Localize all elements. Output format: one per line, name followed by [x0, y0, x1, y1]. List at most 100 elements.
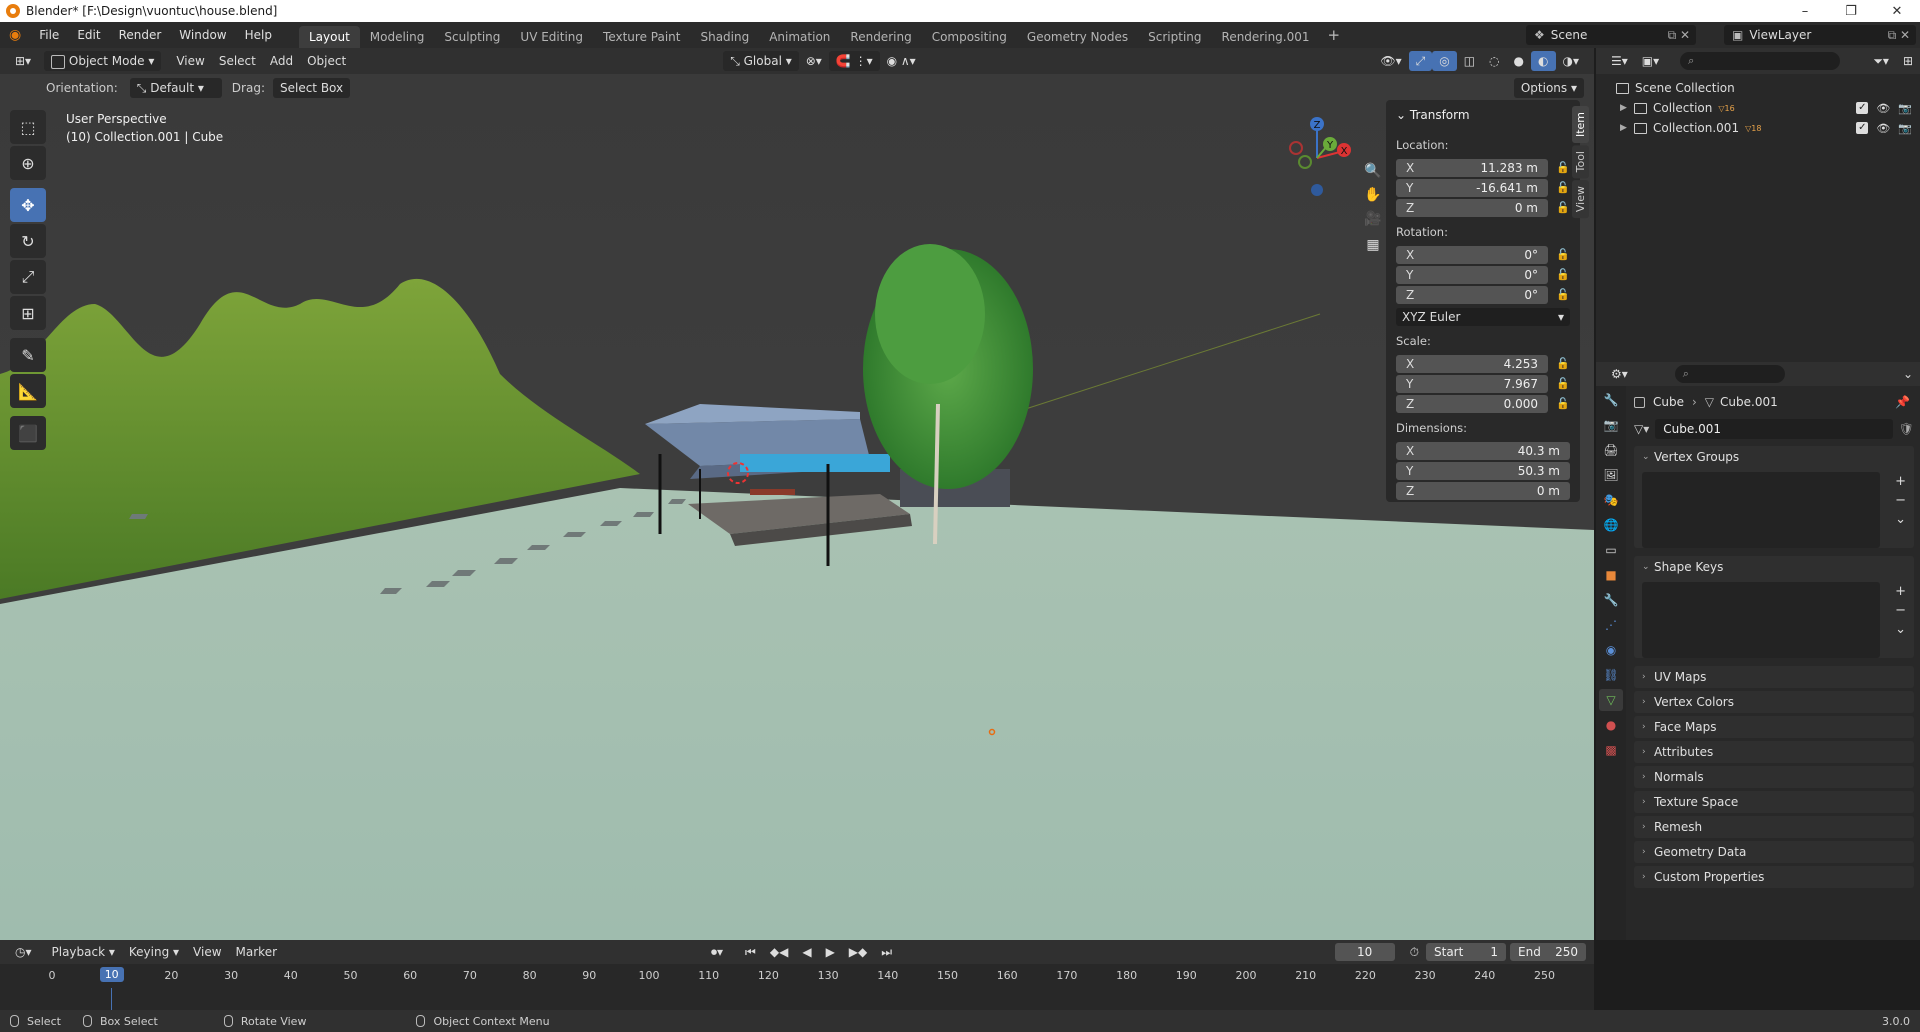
expand-icon[interactable]: ▶: [1620, 103, 1634, 113]
add-icon[interactable]: +: [1895, 474, 1906, 489]
pan-hand-icon[interactable]: ✋: [1360, 182, 1386, 208]
add-cube-tool-icon[interactable]: ⬛: [10, 416, 46, 450]
prev-keyframe-icon[interactable]: ◆◀: [763, 942, 795, 962]
visibility-icon[interactable]: 👁▾: [1373, 51, 1408, 71]
exclude-checkbox[interactable]: ✓: [1856, 101, 1869, 114]
rotation-y-field[interactable]: Y 0°: [1396, 265, 1548, 284]
tab-shading[interactable]: Shading: [690, 26, 759, 48]
zoom-icon[interactable]: 🔍: [1360, 158, 1386, 184]
select-box-tool-icon[interactable]: ⬚: [10, 110, 46, 144]
blender-menu-icon[interactable]: ◉: [0, 22, 30, 48]
transform-orientation-dropdown[interactable]: ⤡ Global ▾: [723, 51, 799, 71]
jump-end-icon[interactable]: ⏭: [874, 942, 899, 962]
current-frame-field[interactable]: 10: [1334, 943, 1395, 961]
constraints-tab-icon[interactable]: ⛓: [1599, 664, 1623, 686]
gizmo-toggle-icon[interactable]: ⤢: [1408, 51, 1433, 71]
rotation-z-field[interactable]: Z 0°: [1396, 285, 1548, 304]
filter-icon[interactable]: ⏷▾: [1866, 51, 1896, 71]
move-tool-icon[interactable]: ✥: [10, 188, 46, 222]
world-tab-icon[interactable]: 🌐: [1599, 514, 1623, 536]
shape-keys-list[interactable]: [1642, 582, 1880, 658]
preview-range-icon[interactable]: ⏱: [1403, 942, 1426, 962]
tab-geometry-nodes[interactable]: Geometry Nodes: [1017, 26, 1138, 48]
tab-texture-paint[interactable]: Texture Paint: [593, 26, 690, 48]
new-collection-icon[interactable]: ⊞: [1896, 51, 1920, 71]
vertex-groups-header[interactable]: ⌄ Vertex Groups: [1634, 446, 1914, 468]
play-icon[interactable]: ▶: [819, 942, 842, 962]
navigation-gizmo[interactable]: Z Y X: [1272, 108, 1362, 198]
dimensions-x-field[interactable]: X 40.3 m: [1396, 441, 1570, 460]
rendered-shading-icon[interactable]: ◑▾: [1556, 51, 1587, 71]
lock-icon[interactable]: 🔓: [1548, 397, 1570, 410]
scale-x-field[interactable]: X 4.253: [1396, 354, 1548, 373]
material-shading-icon[interactable]: ◐: [1531, 51, 1556, 71]
menu-playback[interactable]: Playback ▾: [45, 942, 122, 962]
mesh-data-tab-icon[interactable]: ▽: [1599, 689, 1623, 711]
scale-y-field[interactable]: Y 7.967: [1396, 374, 1548, 393]
location-z-field[interactable]: Z0 m: [1396, 198, 1548, 217]
transform-tool-icon[interactable]: ⊞: [10, 296, 46, 330]
camera-view-icon[interactable]: 🎥: [1360, 206, 1386, 232]
play-reverse-icon[interactable]: ◀: [795, 942, 818, 962]
location-y-field[interactable]: Y -16.641 m: [1396, 178, 1548, 197]
menu-object[interactable]: Object: [300, 51, 353, 71]
mode-dropdown[interactable]: Object Mode ▾: [44, 51, 162, 71]
remove-icon[interactable]: −: [1895, 603, 1906, 618]
scale-z-field[interactable]: Z 0.000: [1396, 394, 1548, 413]
scene-new-icon[interactable]: ⧉ ✕: [1668, 28, 1690, 43]
object-tab-icon[interactable]: ■: [1599, 564, 1623, 586]
lock-icon[interactable]: 🔓: [1548, 201, 1570, 214]
cursor-tool-icon[interactable]: ⊕: [10, 146, 46, 180]
vertex-groups-list[interactable]: [1642, 472, 1880, 548]
chevron-down-icon[interactable]: ⌄: [1895, 622, 1906, 637]
properties-search-input[interactable]: ⌕: [1674, 365, 1785, 383]
properties-editor-type-icon[interactable]: ⚙▾: [1604, 364, 1635, 384]
menu-help[interactable]: Help: [236, 22, 281, 48]
shape-keys-header[interactable]: ⌄ Shape Keys: [1634, 556, 1914, 578]
add-workspace-icon[interactable]: +: [1320, 26, 1349, 44]
menu-timeline-view[interactable]: View: [186, 942, 228, 962]
viewlayer-new-icon[interactable]: ⧉ ✕: [1888, 28, 1910, 43]
camera-icon[interactable]: 📷: [1898, 102, 1912, 115]
tab-item[interactable]: Item: [1572, 106, 1589, 144]
menu-render[interactable]: Render: [110, 22, 171, 48]
menu-select[interactable]: Select: [212, 51, 263, 71]
menu-file[interactable]: File: [30, 22, 68, 48]
eye-icon[interactable]: 👁: [1876, 122, 1890, 135]
maximize-button[interactable]: ❐: [1828, 4, 1874, 19]
panel-normals[interactable]: › Normals: [1634, 766, 1914, 788]
end-frame-field[interactable]: End 250: [1510, 943, 1586, 961]
measure-tool-icon[interactable]: 📐: [10, 374, 46, 408]
pivot-icon[interactable]: ⊗▾: [799, 51, 829, 71]
menu-keying[interactable]: Keying ▾: [122, 942, 186, 962]
menu-marker[interactable]: Marker: [229, 942, 284, 962]
menu-window[interactable]: Window: [170, 22, 235, 48]
chevron-down-icon[interactable]: ⌄: [1896, 364, 1920, 384]
snap-icon[interactable]: 🧲 ⋮▾: [828, 51, 880, 71]
location-x-field[interactable]: X 11.283 m: [1396, 158, 1548, 177]
view-layer-tab-icon[interactable]: 🖼: [1599, 464, 1623, 486]
scene-selector[interactable]: ❖ Scene ⧉ ✕: [1526, 25, 1696, 45]
orientation-dropdown[interactable]: ⤡ Default ▾: [129, 78, 222, 98]
tab-modeling[interactable]: Modeling: [360, 26, 435, 48]
display-mode-icon[interactable]: ▣▾: [1635, 51, 1666, 71]
modifier-tab-icon[interactable]: 🔧: [1599, 589, 1623, 611]
outliner-item-collection[interactable]: ▶ Collection ▽16 ✓ 👁 📷: [1596, 98, 1920, 118]
overlay-toggle-icon[interactable]: ◎: [1432, 51, 1457, 71]
wireframe-shading-icon[interactable]: ◌: [1482, 51, 1506, 71]
add-icon[interactable]: +: [1895, 584, 1906, 599]
rotation-mode-dropdown[interactable]: XYZ Euler ▾: [1396, 308, 1570, 326]
exclude-checkbox[interactable]: ✓: [1856, 121, 1869, 134]
frame-ruler[interactable]: 0 10 20 30 40 50 60 70 80 90 100 110 120 130 140 150 160…: [0, 964, 1594, 988]
panel-remesh[interactable]: › Remesh: [1634, 816, 1914, 838]
expand-icon[interactable]: ▶: [1620, 123, 1634, 133]
timeline-editor-type-icon[interactable]: ◷▾: [8, 942, 39, 962]
tab-view[interactable]: View: [1572, 180, 1589, 219]
collection-tab-icon[interactable]: ▭: [1599, 539, 1623, 561]
next-keyframe-icon[interactable]: ▶◆: [842, 942, 874, 962]
tab-uv-editing[interactable]: UV Editing: [510, 26, 593, 48]
chevron-down-icon[interactable]: ⌄: [1895, 512, 1906, 527]
scene-tab-icon[interactable]: 🎭: [1599, 489, 1623, 511]
menu-edit[interactable]: Edit: [68, 22, 109, 48]
mesh-name-field[interactable]: Cube.001: [1655, 419, 1893, 439]
